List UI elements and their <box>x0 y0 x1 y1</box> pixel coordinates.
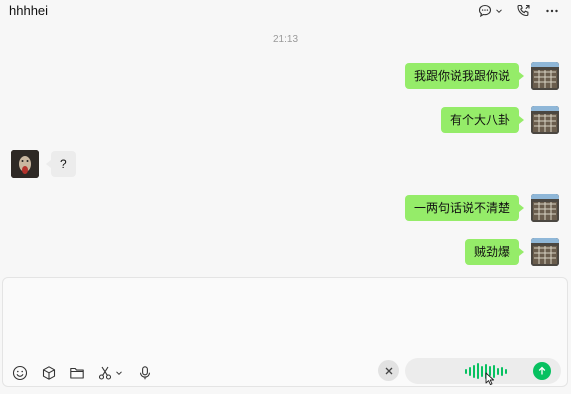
message-row: 我跟你说我跟你说 <box>0 62 571 92</box>
my-avatar[interactable] <box>531 194 559 222</box>
message-bubble[interactable]: 贼劲爆 <box>464 239 525 265</box>
cube-icon[interactable] <box>41 364 57 382</box>
emoji-icon[interactable] <box>12 364 28 382</box>
close-icon[interactable] <box>378 360 399 381</box>
message-row: 一两句话说不清楚 <box>0 194 571 224</box>
message-row: 贼劲爆 <box>0 238 571 268</box>
more-icon[interactable] <box>545 3 559 19</box>
message-bubble[interactable]: 我跟你说我跟你说 <box>404 63 525 89</box>
scissors-icon[interactable] <box>97 364 113 382</box>
message-bubble[interactable]: 有个大八卦 <box>440 107 525 133</box>
message-row: ? <box>0 150 571 180</box>
chat-bubble-icon[interactable] <box>478 3 492 19</box>
message-input-area[interactable] <box>2 277 568 387</box>
chevron-down-icon[interactable] <box>495 3 503 19</box>
my-avatar[interactable] <box>531 62 559 90</box>
voice-input-pill[interactable] <box>405 358 561 386</box>
folder-icon[interactable] <box>69 364 85 382</box>
chat-header: hhhhei <box>0 0 571 26</box>
mouse-cursor-icon <box>485 372 495 391</box>
chevron-down-icon[interactable] <box>115 364 123 382</box>
microphone-icon[interactable] <box>137 364 153 382</box>
arrow-up-icon[interactable] <box>533 362 551 380</box>
call-icon[interactable] <box>516 3 532 19</box>
message-bubble[interactable]: 一两句话说不清楚 <box>404 195 525 221</box>
message-bubble[interactable]: ? <box>46 151 76 177</box>
message-row: 有个大八卦 <box>0 106 571 136</box>
contact-avatar[interactable] <box>11 150 39 178</box>
timestamp: 21:13 <box>272 34 299 45</box>
my-avatar[interactable] <box>531 106 559 134</box>
message-list[interactable]: 21:13 我跟你说我跟你说 有个大八卦 ? 一两句话说不清楚 贼劲爆 <box>0 26 571 276</box>
chat-title: hhhhei <box>9 3 49 18</box>
my-avatar[interactable] <box>531 238 559 266</box>
